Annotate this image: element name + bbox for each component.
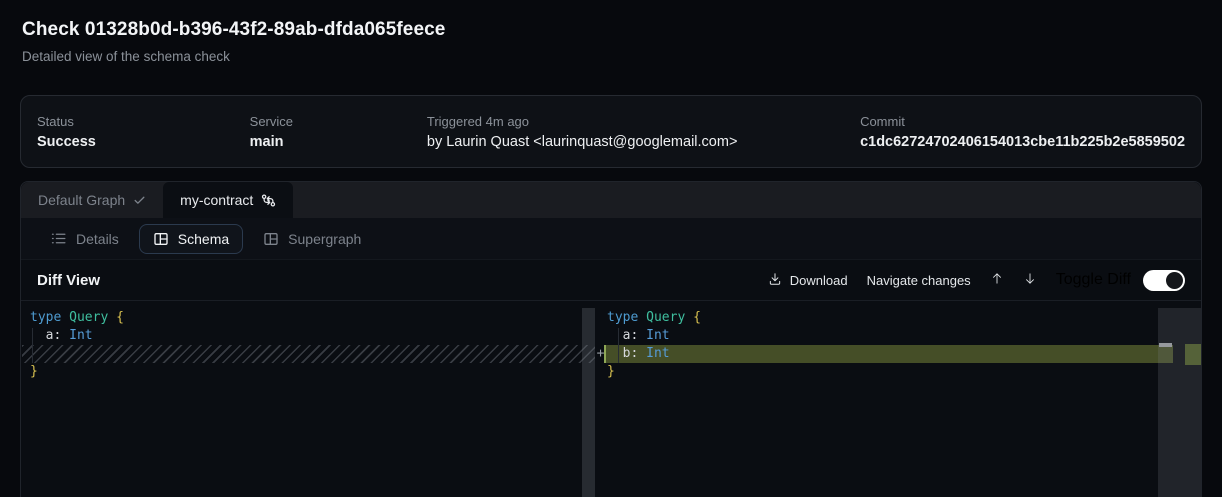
diff-pane-before: type Query { a: Int } — [30, 309, 124, 381]
tab-supergraph-label: Supergraph — [288, 231, 361, 247]
service-value: main — [250, 134, 427, 150]
download-icon — [768, 272, 782, 289]
tab-my-contract[interactable]: my-contract — [163, 182, 293, 218]
arrow-up-icon — [990, 271, 1004, 289]
graph-tab-strip: Default Graph my-contract — [21, 182, 1201, 218]
page-subtitle: Detailed view of the schema check — [22, 49, 445, 64]
check-icon — [133, 194, 146, 207]
commit-value: c1dc62724702406154013cbe11b225b2e5859502 — [860, 134, 1185, 150]
commit-label: Commit — [860, 114, 1185, 129]
git-compare-icon — [261, 193, 276, 208]
schema-check-page: Check 01328b0d-b396-43f2-89ab-dfda065fee… — [0, 0, 1222, 497]
status-value: Success — [37, 134, 250, 150]
overview-added-change-marker — [1185, 344, 1202, 365]
previous-change-button[interactable] — [990, 271, 1004, 289]
service-label: Service — [250, 114, 427, 129]
check-detail-card: Default Graph my-contract — [20, 181, 1202, 497]
summary-commit: Commit c1dc62724702406154013cbe11b225b2e… — [860, 109, 1185, 154]
diff-right-line-1: type Query { — [607, 309, 701, 327]
next-change-button[interactable] — [1023, 271, 1037, 289]
view-tab-bar: Details Schema Supergraph — [21, 218, 1201, 259]
tab-schema[interactable]: Schema — [139, 224, 243, 254]
page-header: Check 01328b0d-b396-43f2-89ab-dfda065fee… — [22, 19, 445, 64]
diff-view-title: Diff View — [37, 272, 100, 289]
arrow-down-icon — [1023, 271, 1037, 289]
columns-icon — [153, 231, 169, 247]
tab-supergraph[interactable]: Supergraph — [249, 224, 375, 254]
tab-schema-label: Schema — [178, 231, 229, 247]
diff-right-line-4: } — [607, 363, 701, 381]
columns-icon — [263, 231, 279, 247]
tab-details-label: Details — [76, 231, 119, 247]
right-pane-scrollbar[interactable] — [1158, 308, 1202, 497]
diff-right-line-2: a: Int — [607, 327, 701, 345]
tab-details[interactable]: Details — [36, 223, 133, 254]
tab-my-contract-label: my-contract — [180, 192, 253, 208]
toggle-diff-label: Toggle Diff — [1056, 271, 1131, 289]
diff-left-line-2: a: Int — [30, 327, 124, 345]
check-summary-card: Status Success Service main Triggered 4m… — [20, 95, 1202, 168]
diff-left-line-3-empty — [30, 345, 124, 363]
diff-controls: Download Navigate changes Toggle Diff — [768, 270, 1185, 291]
diff-right-line-3-added: b: Int — [607, 345, 701, 363]
triggered-value: by Laurin Quast <laurinquast@googlemail.… — [427, 134, 860, 150]
schema-diff-editor[interactable]: + type Query { a: Int } type Query { a: … — [21, 301, 1201, 497]
tab-default-graph[interactable]: Default Graph — [21, 182, 163, 218]
toggle-diff-control: Toggle Diff — [1056, 270, 1185, 291]
diff-left-line-1: type Query { — [30, 309, 124, 327]
list-icon — [50, 230, 67, 247]
left-pane-scrollbar[interactable] — [582, 308, 595, 497]
tab-default-graph-label: Default Graph — [38, 192, 125, 208]
page-title: Check 01328b0d-b396-43f2-89ab-dfda065fee… — [22, 19, 445, 41]
toggle-knob — [1166, 272, 1183, 289]
navigate-changes-label: Navigate changes — [867, 273, 971, 288]
triggered-label: Triggered 4m ago — [427, 114, 860, 129]
summary-service: Service main — [250, 109, 427, 154]
diff-toolbar: Diff View Download Navigate changes — [21, 259, 1201, 301]
scrollbar-position-marker — [1159, 343, 1172, 347]
diff-pane-after: type Query { a: Int b: Int } — [607, 309, 701, 381]
download-button[interactable]: Download — [768, 272, 848, 289]
added-line-plus-sign: + — [594, 345, 607, 363]
summary-triggered: Triggered 4m ago by Laurin Quast <laurin… — [427, 109, 860, 154]
summary-status: Status Success — [37, 109, 250, 154]
navigate-changes-button[interactable]: Navigate changes — [867, 273, 971, 288]
toggle-diff-switch[interactable] — [1143, 270, 1185, 291]
download-label: Download — [790, 273, 848, 288]
status-label: Status — [37, 114, 250, 129]
diff-left-line-4: } — [30, 363, 124, 381]
